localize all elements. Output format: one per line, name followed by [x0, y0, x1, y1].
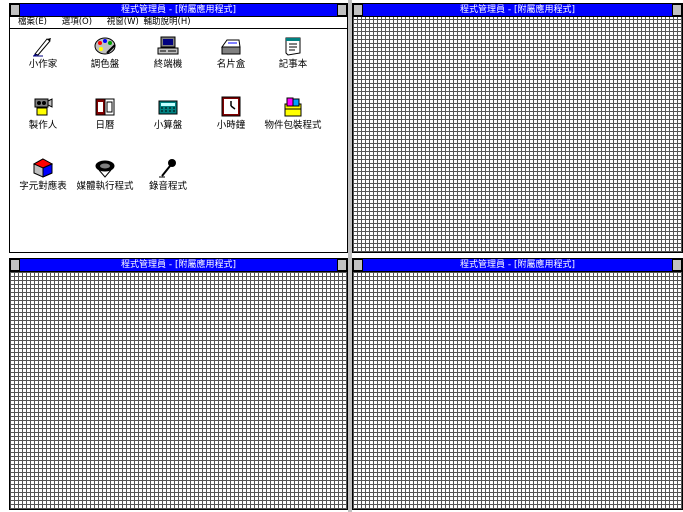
control-menu-box[interactable]	[10, 259, 20, 271]
maximize-button[interactable]	[337, 259, 347, 271]
media-player-icon	[95, 160, 115, 178]
icon-label: 終端機	[153, 59, 183, 70]
window-title: 程式管理員 - [附屬應用程式]	[460, 5, 575, 15]
character-map-icon	[32, 158, 54, 178]
program-icon-cardfile[interactable]: 名片盒	[198, 35, 264, 70]
program-icon-paintbrush[interactable]: 調色盤	[72, 35, 138, 70]
program-manager-window-bottom-left[interactable]: 程式管理員 - [附屬應用程式]	[9, 258, 348, 510]
title-bar[interactable]: 程式管理員 - [附屬應用程式]	[353, 259, 682, 272]
program-icon-calendar[interactable]: 日曆	[72, 96, 138, 131]
icon-label: 物件包裝程式	[264, 120, 322, 131]
program-icon-calculator[interactable]: 小算盤	[135, 96, 201, 131]
write-icon	[33, 38, 51, 57]
maximize-button[interactable]	[337, 4, 347, 16]
icon-label: 日曆	[95, 120, 115, 131]
program-icon-character-map[interactable]: 字元對應表	[10, 157, 76, 192]
title-bar[interactable]: 程式管理員 - [附屬應用程式]	[353, 4, 682, 17]
program-icon-write[interactable]: 小作家	[10, 35, 76, 70]
icon-label: 小時鐘	[216, 120, 246, 131]
icon-label: 媒體執行程式	[76, 181, 134, 192]
menu-file[interactable]: 檔案(E)	[18, 17, 47, 28]
icon-label: 製作人	[28, 120, 58, 131]
program-manager-window-top-left[interactable]: 程式管理員 - [附屬應用程式] 檔案(E) 選項(O) 視窗(W) 輔助說明(…	[9, 3, 348, 253]
program-icon-sound-recorder[interactable]: 錄音程式	[135, 157, 201, 192]
menu-window[interactable]: 視窗(W)	[107, 17, 139, 28]
icon-label: 名片盒	[216, 59, 246, 70]
program-icon-notepad[interactable]: 記事本	[260, 35, 326, 70]
icon-label: 錄音程式	[148, 181, 187, 192]
hatched-window-contents	[10, 272, 347, 509]
window-title: 程式管理員 - [附屬應用程式]	[121, 5, 236, 15]
program-icon-terminal[interactable]: 終端機	[135, 35, 201, 70]
control-menu-box[interactable]	[10, 4, 20, 16]
menu-bar: 檔案(E) 選項(O) 視窗(W) 輔助說明(H)	[10, 17, 347, 29]
program-icon-clock[interactable]: 小時鐘	[198, 96, 264, 131]
icon-label: 調色盤	[90, 59, 120, 70]
icon-label: 記事本	[278, 59, 308, 70]
object-packager-icon	[284, 97, 302, 117]
menu-options[interactable]: 選項(O)	[62, 17, 92, 28]
terminal-icon	[157, 36, 179, 55]
program-icon-object-packager[interactable]: 物件包裝程式	[260, 96, 326, 131]
recorder-icon	[34, 98, 53, 116]
hatched-window-contents	[353, 17, 682, 252]
menu-help[interactable]: 輔助說明(H)	[144, 17, 191, 28]
clock-icon	[221, 96, 241, 117]
calendar-icon	[95, 98, 115, 116]
program-icon-media-player[interactable]: 媒體執行程式	[72, 157, 138, 192]
icon-label: 小算盤	[153, 120, 183, 131]
window-title: 程式管理員 - [附屬應用程式]	[460, 260, 575, 270]
hatched-window-contents	[353, 272, 682, 509]
program-icon-recorder[interactable]: 製作人	[10, 96, 76, 131]
notepad-icon	[285, 37, 301, 56]
sound-recorder-icon	[159, 159, 176, 178]
icon-label: 字元對應表	[19, 181, 67, 192]
program-manager-window-top-right[interactable]: 程式管理員 - [附屬應用程式]	[352, 3, 683, 253]
control-menu-box[interactable]	[353, 259, 363, 271]
control-menu-box[interactable]	[353, 4, 363, 16]
cardfile-icon	[221, 39, 241, 55]
title-bar[interactable]: 程式管理員 - [附屬應用程式]	[10, 259, 347, 272]
paintbrush-icon	[94, 37, 116, 55]
program-manager-window-bottom-right[interactable]: 程式管理員 - [附屬應用程式]	[352, 258, 683, 510]
calculator-icon	[158, 100, 178, 115]
maximize-button[interactable]	[672, 259, 682, 271]
maximize-button[interactable]	[672, 4, 682, 16]
window-title: 程式管理員 - [附屬應用程式]	[121, 260, 236, 270]
title-bar[interactable]: 程式管理員 - [附屬應用程式]	[10, 4, 347, 17]
icon-label: 小作家	[28, 59, 58, 70]
